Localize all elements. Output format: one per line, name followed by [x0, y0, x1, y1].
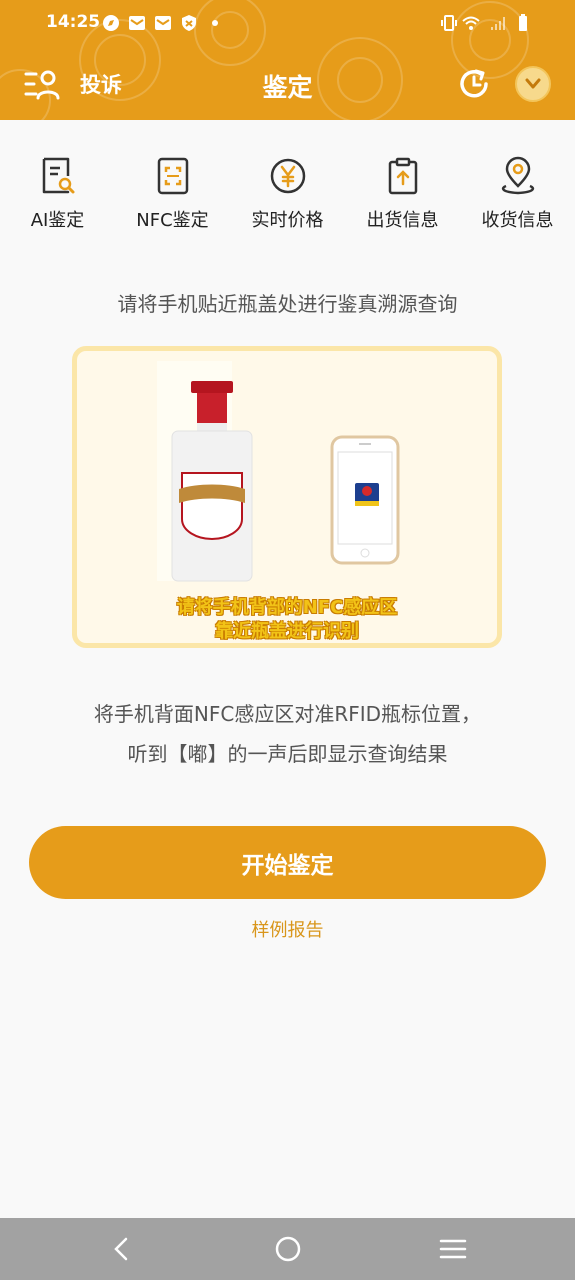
- tab-nfc-appraisal[interactable]: NFC鉴定: [115, 150, 230, 232]
- description-line1: 将手机背面NFC感应区对准RFID瓶标位置，: [93, 702, 482, 726]
- vibrate-icon: [441, 15, 457, 31]
- document-search-icon: [42, 157, 74, 194]
- yuan-icon: [270, 158, 305, 194]
- mail-icon: [129, 16, 145, 30]
- compass-icon: [103, 15, 119, 31]
- nfc-scan-icon: [157, 157, 188, 195]
- instruction-text: 请将手机贴近瓶盖处进行鉴真溯源查询: [117, 292, 458, 316]
- shield-icon: [182, 15, 196, 31]
- tab-label: 出货信息: [366, 210, 439, 231]
- feature-tabs: AI鉴定 NFC鉴定 实时价格 出货信息 收货信息: [0, 150, 575, 240]
- mail-icon: [155, 16, 171, 30]
- tab-label: NFC鉴定: [136, 210, 209, 231]
- app-header: 14:25 投诉 鉴定: [0, 0, 575, 120]
- battery-icon: [519, 14, 527, 31]
- tab-receipt-info[interactable]: 收货信息: [460, 150, 575, 232]
- tab-label: 收货信息: [481, 210, 554, 231]
- description-line2: 听到【嘟】的一声后即显示查询结果: [127, 742, 448, 766]
- system-nav-bar: [0, 1218, 575, 1280]
- status-time: 14:25: [46, 12, 101, 32]
- menu-icon[interactable]: [439, 1235, 467, 1263]
- top-bar: 投诉 鉴定: [0, 56, 575, 112]
- clipboard-upload-icon: [388, 157, 417, 195]
- dropdown-button[interactable]: [515, 66, 551, 102]
- illustration-caption-line1: 请将手机背部的NFC感应区: [176, 597, 398, 618]
- chevron-down-icon: [525, 78, 541, 89]
- signal-icon: [491, 17, 505, 30]
- history-icon[interactable]: [456, 66, 492, 102]
- wifi-icon: [462, 16, 480, 30]
- status-bar: 14:25: [0, 0, 575, 48]
- nfc-illustration: 请将手机背部的NFC感应区 靠近瓶盖进行识别: [72, 346, 502, 648]
- tab-label: AI鉴定: [30, 210, 85, 231]
- bottle-cap: [191, 381, 233, 393]
- tab-realtime-price[interactable]: 实时价格: [230, 150, 345, 232]
- sample-report-link[interactable]: 样例报告: [0, 916, 575, 942]
- illustration-caption-line2: 靠近瓶盖进行识别: [215, 621, 359, 642]
- home-icon[interactable]: [274, 1235, 302, 1263]
- location-pin-icon: [501, 156, 534, 195]
- dot-icon: [212, 20, 218, 26]
- tab-shipment-info[interactable]: 出货信息: [345, 150, 460, 232]
- tab-ai-appraisal[interactable]: AI鉴定: [0, 150, 115, 232]
- back-icon[interactable]: [108, 1235, 136, 1263]
- start-appraisal-button[interactable]: 开始鉴定: [29, 826, 546, 899]
- tab-label: 实时价格: [251, 210, 324, 231]
